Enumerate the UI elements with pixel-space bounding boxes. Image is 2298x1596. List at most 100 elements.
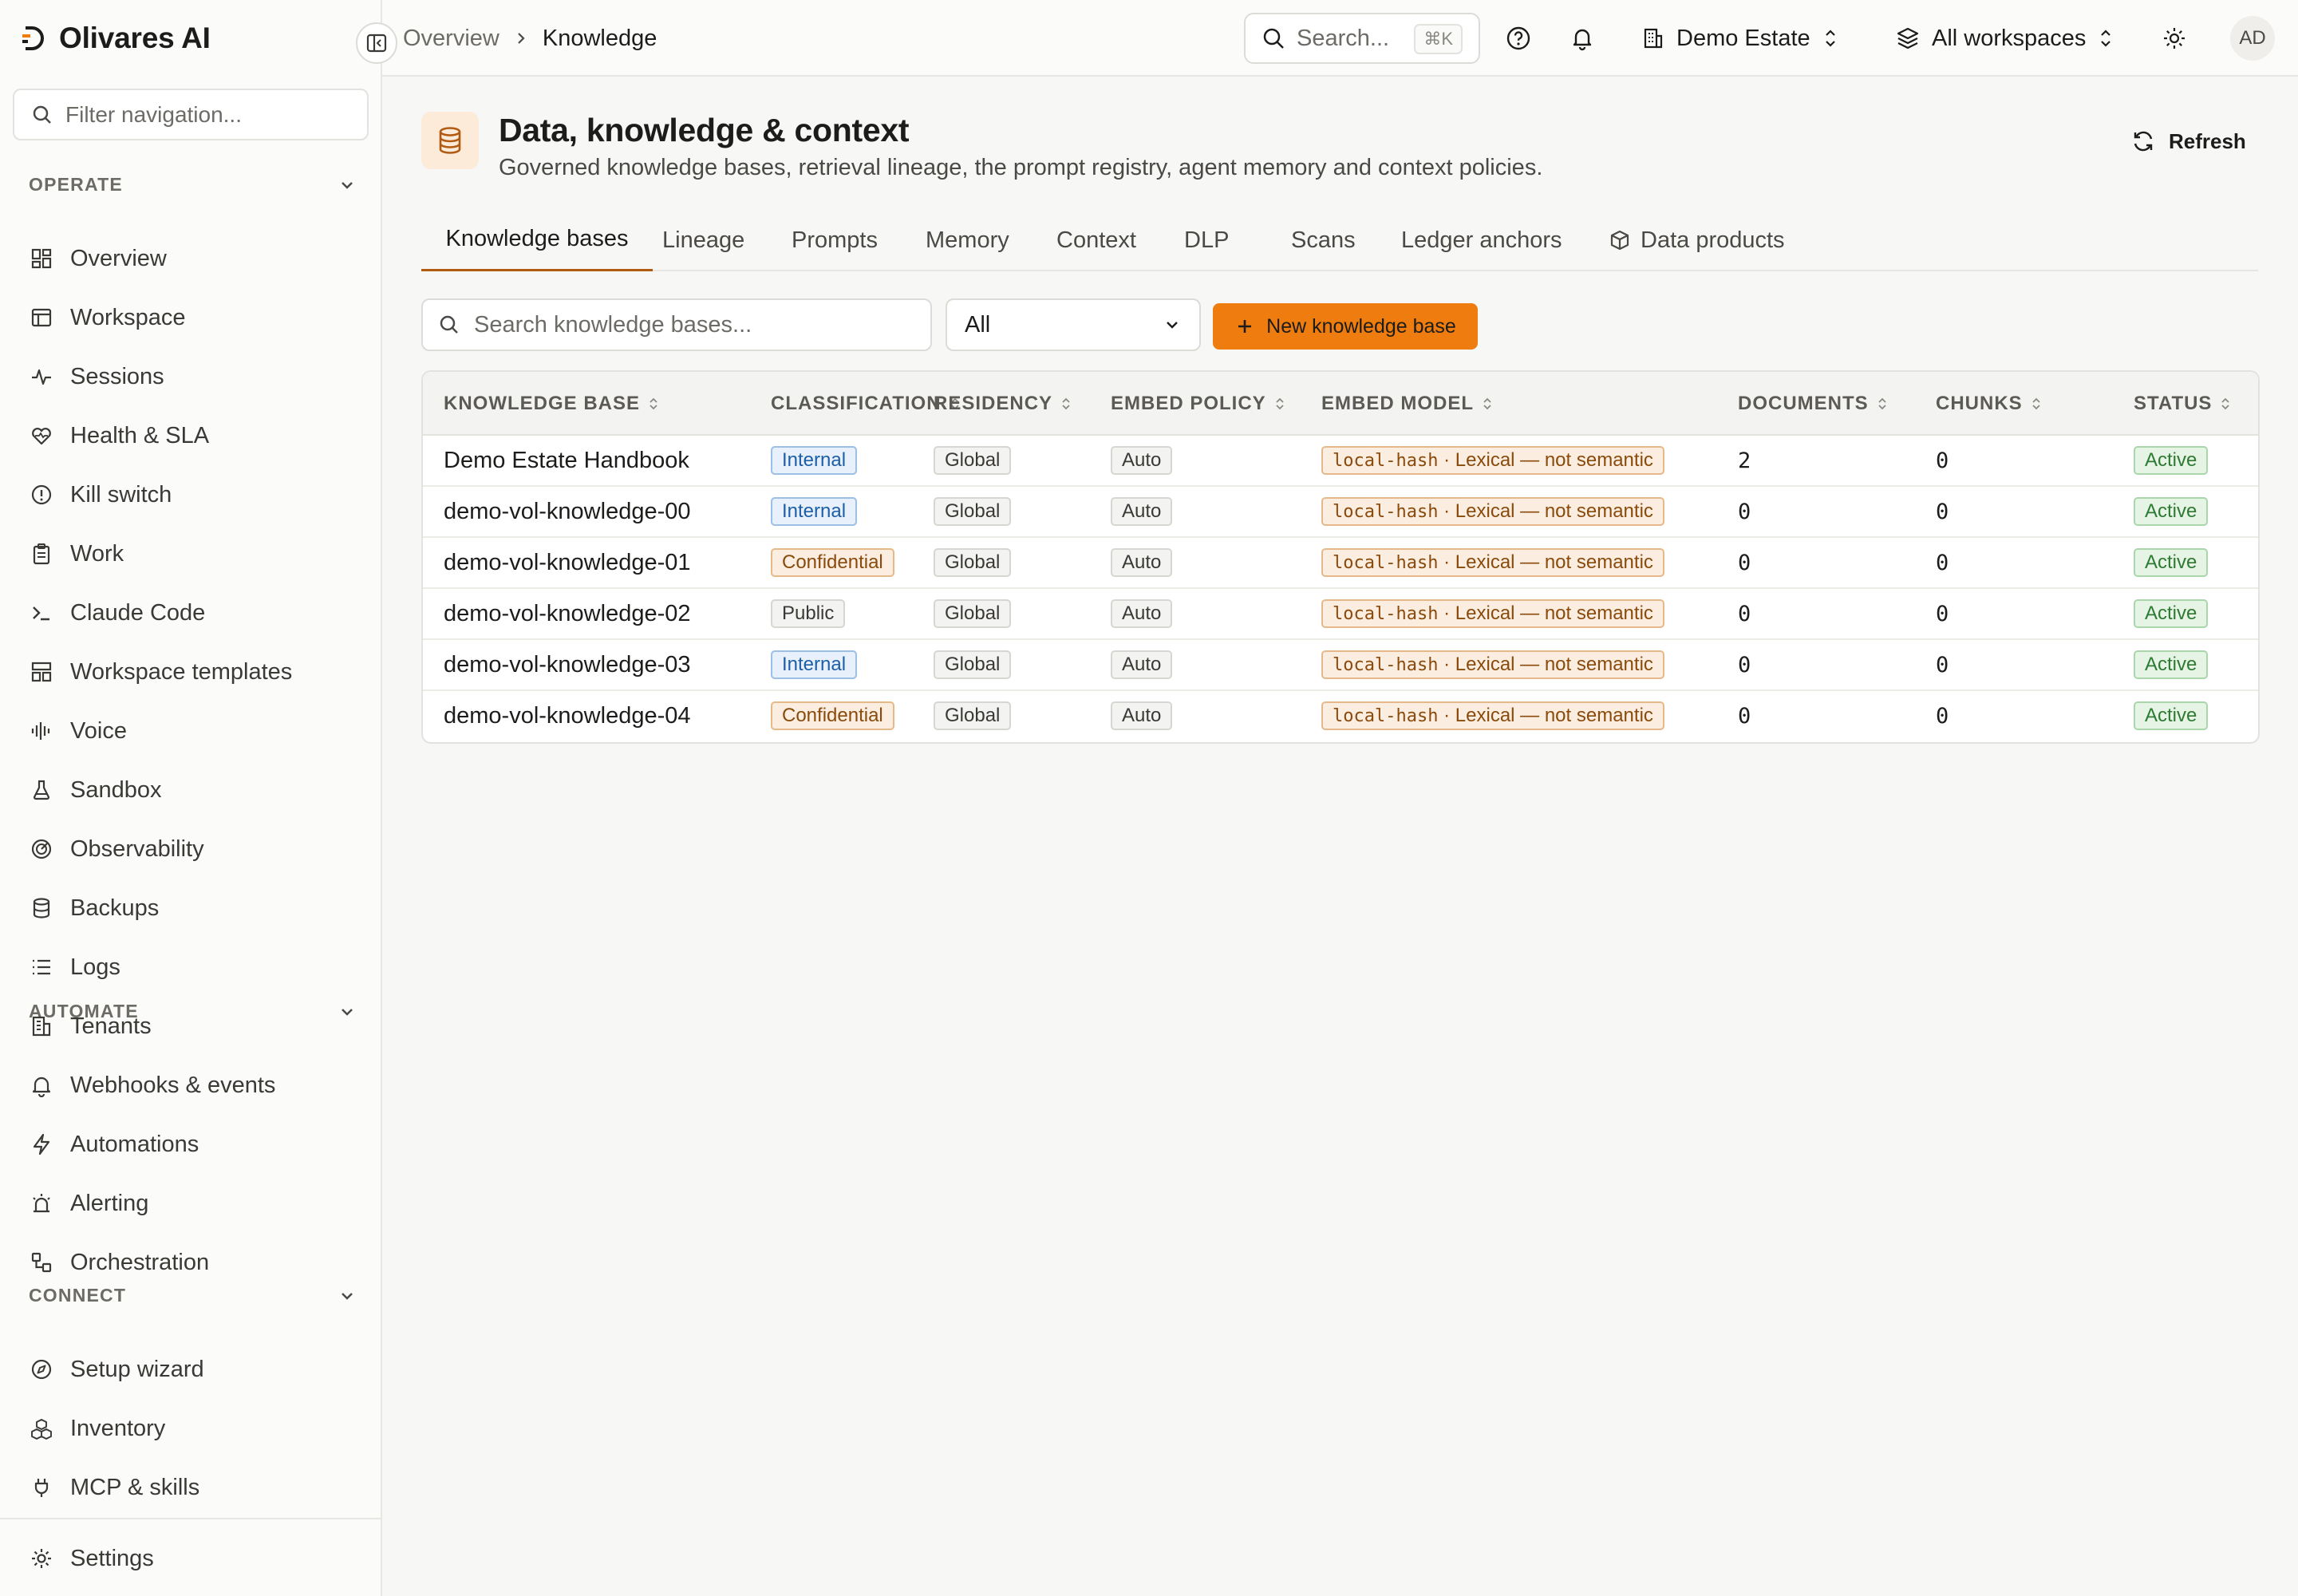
- table-cell: demo-vol-knowledge-00: [444, 487, 691, 536]
- sidebar-item-logs[interactable]: Logs: [29, 946, 120, 988]
- kb-search-input[interactable]: Search knowledge bases...: [421, 298, 932, 351]
- layers-icon: [1895, 26, 1921, 51]
- tenant-switcher[interactable]: Demo Estate: [1641, 0, 1839, 77]
- workflow-icon: [29, 1250, 54, 1275]
- table-cell: 0: [1738, 538, 1751, 587]
- column-header-knowledge-base[interactable]: KNOWLEDGE BASE: [444, 372, 659, 436]
- table-cell: Internal: [771, 640, 858, 689]
- sidebar-item-orchestration[interactable]: Orchestration: [29, 1242, 209, 1283]
- breadcrumb-overview[interactable]: Overview: [403, 26, 499, 52]
- refresh-button[interactable]: Refresh: [2130, 115, 2246, 168]
- kb-name[interactable]: Demo Estate Handbook: [444, 448, 689, 474]
- tab-knowledge-bases[interactable]: Knowledge bases: [421, 209, 653, 271]
- tab-ledger-anchors[interactable]: Ledger anchors: [1401, 209, 1562, 271]
- sidebar-item-kill-switch[interactable]: Kill switch: [29, 474, 172, 516]
- section-operate[interactable]: OPERATE: [29, 174, 356, 196]
- tab-lineage[interactable]: Lineage: [662, 209, 744, 271]
- sidebar-item-work[interactable]: Work: [29, 533, 124, 575]
- column-header-label: EMBED MODEL: [1321, 393, 1474, 414]
- column-header-classification[interactable]: CLASSIFICATION: [771, 372, 961, 436]
- section-connect[interactable]: CONNECT: [29, 1285, 356, 1306]
- sidebar-item-backups[interactable]: Backups: [29, 887, 159, 929]
- sidebar-item-workspace-templates[interactable]: Workspace templates: [29, 651, 292, 693]
- embed-model-note: · Lexical — not semantic: [1443, 551, 1653, 573]
- classification-badge: Internal: [771, 497, 858, 526]
- column-header-status[interactable]: STATUS: [2134, 372, 2231, 436]
- table-row[interactable]: demo-vol-knowledge-00 Internal Global Auto l…: [423, 487, 2258, 538]
- collapse-sidebar-button[interactable]: [356, 22, 397, 64]
- sidebar-item-health-and-sla[interactable]: Health & SLA: [29, 415, 209, 456]
- table-cell: 0: [1738, 589, 1751, 638]
- table-row[interactable]: demo-vol-knowledge-04 Confidential Global A…: [423, 691, 2258, 742]
- audio-wave-icon: [29, 718, 54, 744]
- column-header-embed-policy[interactable]: EMBED POLICY: [1111, 372, 1285, 436]
- sidebar-item-voice[interactable]: Voice: [29, 710, 127, 752]
- sidebar-item-sessions[interactable]: Sessions: [29, 356, 164, 397]
- workspace-switcher[interactable]: All workspaces: [1895, 0, 2114, 77]
- building-icon: [1641, 26, 1665, 50]
- theme-sun-icon[interactable]: [2155, 19, 2193, 57]
- table-cell: 0: [1738, 487, 1751, 536]
- sidebar-item-tenants[interactable]: Tenants: [29, 1005, 152, 1047]
- kb-name[interactable]: demo-vol-knowledge-03: [444, 652, 691, 678]
- siren-icon: [29, 1191, 54, 1216]
- nav-filter-input[interactable]: Filter navigation...: [13, 89, 369, 140]
- clipboard-icon: [29, 541, 54, 567]
- table-cell: 0: [1936, 538, 1949, 587]
- sidebar-item-setup-wizard[interactable]: Setup wizard: [29, 1349, 204, 1390]
- sidebar-item-automations[interactable]: Automations: [29, 1124, 199, 1165]
- sidebar-item-inventory[interactable]: Inventory: [29, 1408, 165, 1449]
- column-header-chunks[interactable]: CHUNKS: [1936, 372, 2042, 436]
- tab-label: Context: [1056, 227, 1136, 253]
- nav-filter-placeholder: Filter navigation...: [65, 101, 242, 127]
- sidebar-item-observability[interactable]: Observability: [29, 828, 204, 870]
- brand[interactable]: Olivares AI: [21, 21, 211, 56]
- kb-name[interactable]: demo-vol-knowledge-02: [444, 601, 691, 627]
- table-row[interactable]: demo-vol-knowledge-03 Internal Global Auto l…: [423, 640, 2258, 691]
- kb-name[interactable]: demo-vol-knowledge-00: [444, 499, 691, 525]
- column-header-label: EMBED POLICY: [1111, 393, 1266, 414]
- table-row[interactable]: demo-vol-knowledge-01 Confidential Global A…: [423, 538, 2258, 589]
- tab-context[interactable]: Context: [1056, 209, 1136, 271]
- compass-icon: [29, 1357, 54, 1382]
- sidebar-item-overview[interactable]: Overview: [29, 238, 167, 279]
- tab-scans[interactable]: Scans: [1291, 209, 1356, 271]
- tab-memory[interactable]: Memory: [926, 209, 1009, 271]
- sidebar-item-mcp-and-skills[interactable]: MCP & skills: [29, 1467, 199, 1508]
- avatar[interactable]: AD: [2230, 16, 2275, 61]
- tab-dlp[interactable]: DLP: [1184, 209, 1229, 271]
- new-button-label: New knowledge base: [1266, 314, 1456, 338]
- column-header-residency[interactable]: RESIDENCY: [934, 372, 1072, 436]
- sidebar-item-sandbox[interactable]: Sandbox: [29, 769, 162, 811]
- table-cell: 2: [1738, 436, 1751, 485]
- global-search[interactable]: Search... ⌘K: [1244, 13, 1480, 64]
- sidebar-item-alerting[interactable]: Alerting: [29, 1183, 148, 1224]
- sidebar-item-claude-code[interactable]: Claude Code: [29, 592, 205, 634]
- sort-icon: [1060, 396, 1072, 412]
- column-header-embed-model[interactable]: EMBED MODEL: [1321, 372, 1493, 436]
- table-row[interactable]: Demo Estate Handbook Internal Global Auto lo…: [423, 436, 2258, 487]
- classification-filter-select[interactable]: All: [946, 298, 1201, 351]
- sidebar-item-settings[interactable]: Settings: [29, 1538, 154, 1579]
- column-header-documents[interactable]: DOCUMENTS: [1738, 372, 1888, 436]
- sidebar-item-label: Work: [70, 540, 124, 567]
- sidebar-item-label: Overview: [70, 245, 167, 271]
- tab-prompts[interactable]: Prompts: [792, 209, 878, 271]
- search-icon: [32, 105, 53, 125]
- sidebar-item-webhooks-and-events[interactable]: Webhooks & events: [29, 1065, 275, 1106]
- sidebar-item-workspace[interactable]: Workspace: [29, 297, 186, 338]
- sidebar-item-label: Claude Code: [70, 599, 206, 626]
- column-header-label: KNOWLEDGE BASE: [444, 393, 641, 414]
- kb-name[interactable]: demo-vol-knowledge-04: [444, 703, 691, 729]
- bell-icon[interactable]: [1563, 19, 1601, 57]
- table-cell: Global: [934, 436, 1012, 485]
- embed-model-badge: local-hash · Lexical — not semantic: [1321, 701, 1664, 730]
- classification-badge: Internal: [771, 650, 858, 679]
- table-row[interactable]: demo-vol-knowledge-02 Public Global Auto loc…: [423, 589, 2258, 640]
- table-cell: 0: [1936, 589, 1949, 638]
- kb-name[interactable]: demo-vol-knowledge-01: [444, 550, 691, 576]
- table-cell: Active: [2134, 538, 2209, 587]
- help-icon[interactable]: [1499, 19, 1538, 57]
- tab-data-products[interactable]: Data products: [1609, 209, 1785, 271]
- new-knowledge-base-button[interactable]: New knowledge base: [1213, 303, 1478, 350]
